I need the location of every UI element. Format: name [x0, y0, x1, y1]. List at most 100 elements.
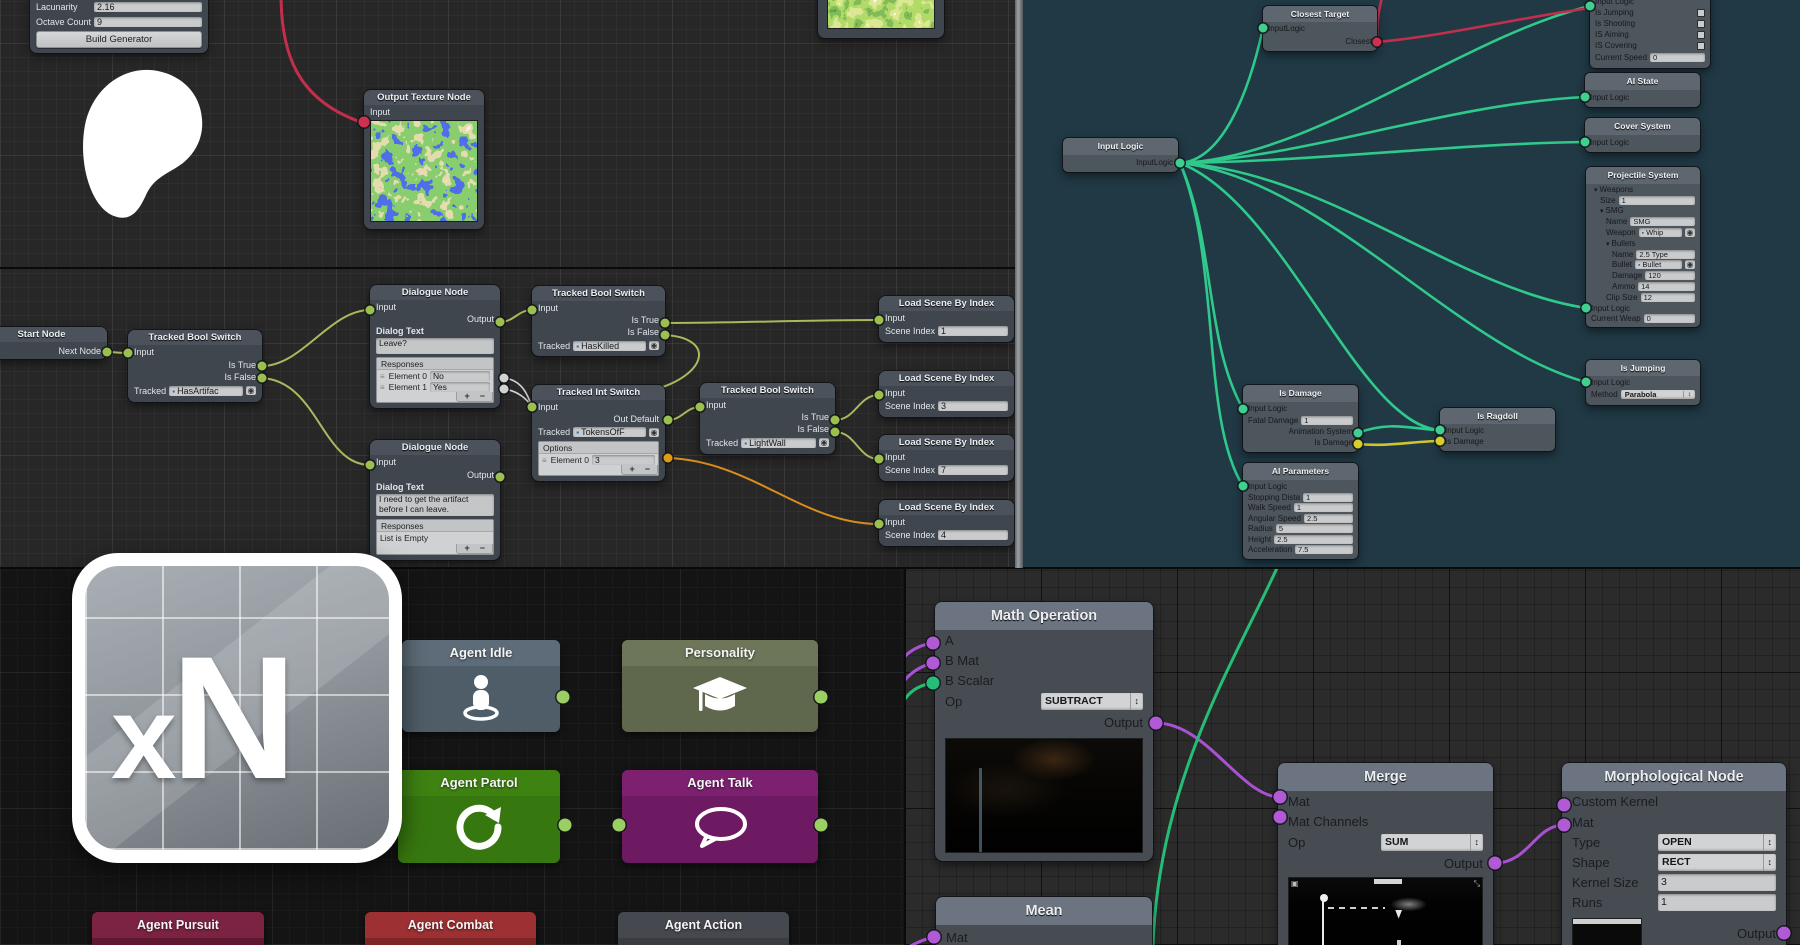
output-port[interactable]: [1354, 429, 1363, 438]
node-title[interactable]: Math Operation: [935, 602, 1153, 630]
fatal-damage-field[interactable]: 1: [1301, 416, 1353, 425]
input-port[interactable]: [1436, 426, 1445, 435]
node-title[interactable]: AI Parameters: [1243, 463, 1358, 480]
output-port[interactable]: [815, 819, 828, 832]
panel-dialogue-graph[interactable]: Start Node Next Node Tracked Bool Switch…: [0, 268, 1023, 568]
input-port[interactable]: [124, 349, 133, 358]
response-port[interactable]: [500, 374, 509, 383]
damage-field[interactable]: 120: [1645, 271, 1695, 280]
node-title[interactable]: Mean: [936, 897, 1152, 925]
is-aiming-checkbox[interactable]: [1697, 31, 1705, 39]
is-shooting-checkbox[interactable]: [1697, 20, 1705, 28]
output-port[interactable]: [258, 362, 267, 371]
drag-handle-icon[interactable]: [542, 455, 548, 465]
tracked-object-field[interactable]: HasKilled: [573, 341, 646, 351]
input-port[interactable]: [875, 391, 884, 400]
node-agent-pursuit[interactable]: Agent Pursuit: [92, 912, 264, 945]
node-title[interactable]: Tracked Bool Switch: [128, 330, 262, 345]
node-title[interactable]: Agent Combat: [365, 912, 536, 938]
output-port[interactable]: [831, 416, 840, 425]
input-port[interactable]: [927, 637, 940, 650]
output-port[interactable]: [831, 428, 840, 437]
node-title[interactable]: Agent Idle: [402, 640, 560, 666]
scene-index-field[interactable]: 1: [938, 326, 1008, 336]
shape-dropdown[interactable]: RECT: [1658, 854, 1776, 871]
node-agent-combat[interactable]: Agent Combat: [365, 912, 536, 945]
node-agent-action[interactable]: Agent Action: [618, 912, 789, 945]
foldout-label[interactable]: Weapons: [1594, 185, 1633, 194]
node-title[interactable]: AI State: [1585, 73, 1700, 90]
tracked-object-field[interactable]: HasArtifac: [169, 386, 243, 396]
node-start[interactable]: Start Node Next Node: [0, 327, 107, 359]
input-port[interactable]: [366, 461, 375, 470]
preview-expand-icon[interactable]: ⤡: [1474, 880, 1480, 888]
node-projectile-system[interactable]: Projectile System Weapons Size1 SMG Name…: [1586, 167, 1700, 327]
input-port[interactable]: [696, 403, 705, 412]
node-agent-talk[interactable]: Agent Talk: [622, 770, 818, 863]
node-ai-parameters[interactable]: AI Parameters Input Logic Stopping Dista…: [1243, 463, 1358, 559]
output-port[interactable]: [559, 819, 572, 832]
list-remove-button[interactable]: −: [480, 544, 485, 553]
list-remove-button[interactable]: −: [645, 465, 650, 474]
input-port[interactable]: [1581, 138, 1590, 147]
panel-ai-graph[interactable]: Input Logic InputLogic Closest Target In…: [1023, 0, 1800, 568]
object-picker-button[interactable]: ◉: [1685, 228, 1695, 237]
response-port[interactable]: [500, 385, 509, 394]
name-field[interactable]: 2.5 Type: [1636, 250, 1695, 259]
node-title[interactable]: Agent Action: [618, 912, 789, 938]
input-port[interactable]: [927, 657, 940, 670]
node-load-scene-3[interactable]: Load Scene By Index Input Scene Index7: [879, 435, 1014, 481]
node-load-scene-4[interactable]: Load Scene By Index Input Scene Index4: [879, 500, 1014, 546]
object-picker-button[interactable]: ◉: [649, 341, 659, 350]
node-tracked-int-switch[interactable]: Tracked Int Switch Input Out Default Tra…: [532, 385, 665, 481]
node-texture-partial[interactable]: [818, 0, 944, 38]
object-picker-button[interactable]: ◉: [246, 386, 256, 395]
is-covering-checkbox[interactable]: [1697, 42, 1705, 50]
node-title[interactable]: Load Scene By Index: [879, 435, 1014, 450]
output-port[interactable]: [1150, 717, 1163, 730]
input-port[interactable]: [366, 306, 375, 315]
node-title[interactable]: Closest Target: [1263, 6, 1377, 22]
node-tracked-bool-switch-2[interactable]: Tracked Bool Switch Input Is True Is Fal…: [532, 286, 665, 356]
node-title[interactable]: Is Jumping: [1586, 360, 1700, 376]
node-is-jumping[interactable]: Is Jumping Input Logic MethodParabola: [1586, 360, 1700, 405]
object-picker-button[interactable]: ◉: [649, 428, 659, 437]
height-field[interactable]: 2.5: [1274, 535, 1353, 544]
response-field[interactable]: Yes: [430, 382, 490, 392]
output-port[interactable]: [496, 473, 505, 482]
drag-handle-icon[interactable]: [380, 382, 386, 392]
output-port[interactable]: [557, 691, 570, 704]
output-port[interactable]: [496, 318, 505, 327]
output-port[interactable]: [258, 374, 267, 383]
current-speed-field[interactable]: 0: [1650, 53, 1705, 62]
option-field[interactable]: 3: [592, 455, 655, 465]
input-port[interactable]: [1274, 811, 1287, 824]
tracked-object-field[interactable]: TokensOfF: [573, 427, 646, 437]
size-field[interactable]: 1: [1619, 196, 1695, 205]
panel-image-graph[interactable]: Math Operation A B Mat B Scalar OpSUBTRA…: [905, 568, 1800, 945]
node-math-operation[interactable]: Math Operation A B Mat B Scalar OpSUBTRA…: [935, 602, 1153, 861]
runs-field[interactable]: 1: [1658, 894, 1776, 911]
node-title[interactable]: Load Scene By Index: [879, 500, 1014, 515]
input-port[interactable]: [1586, 2, 1595, 11]
build-generator-button[interactable]: Build Generator: [36, 31, 202, 48]
node-is-ragdoll[interactable]: Is Ragdoll Input Logic Is Damage: [1440, 408, 1555, 451]
node-title[interactable]: Load Scene By Index: [879, 371, 1014, 386]
node-dialogue-2[interactable]: Dialogue Node Input Output Dialog Text I…: [370, 440, 500, 560]
node-title[interactable]: Merge: [1278, 763, 1493, 791]
node-title[interactable]: Agent Patrol: [398, 770, 560, 796]
node-title[interactable]: Is Damage: [1243, 385, 1358, 402]
scene-index-field[interactable]: 4: [938, 530, 1008, 540]
foldout-label[interactable]: SMG: [1600, 206, 1624, 215]
weapon-object-field[interactable]: Whip: [1639, 228, 1682, 237]
kernel-size-field[interactable]: 3: [1658, 874, 1776, 891]
tracked-object-field[interactable]: LightWall: [741, 438, 816, 448]
output-port[interactable]: [1489, 857, 1502, 870]
current-weapon-field[interactable]: 0: [1644, 314, 1695, 323]
list-add-button[interactable]: +: [464, 544, 469, 553]
node-generator-settings[interactable]: Lacunarity2.16 Octave Count9 Build Gener…: [30, 0, 208, 53]
input-port[interactable]: [1582, 378, 1591, 387]
input-port[interactable]: [1239, 405, 1248, 414]
input-port[interactable]: [528, 403, 537, 412]
acceleration-field[interactable]: 7.5: [1295, 545, 1353, 554]
